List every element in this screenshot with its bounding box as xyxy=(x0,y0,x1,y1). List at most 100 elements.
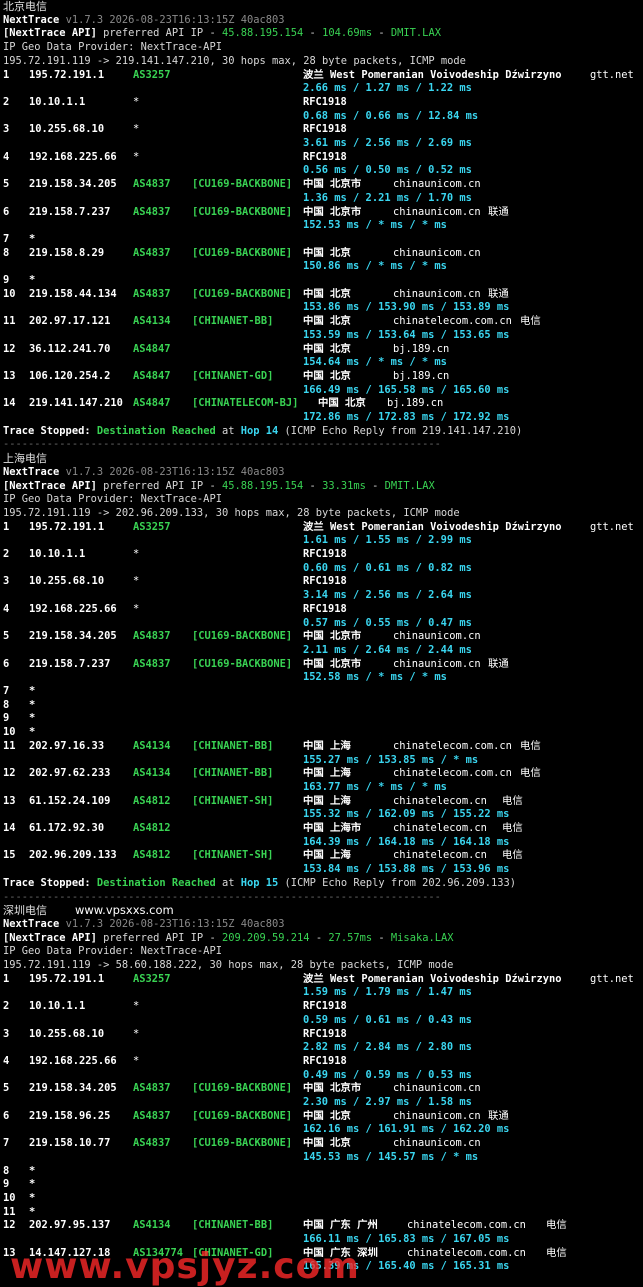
api-latency: 27.57ms xyxy=(328,931,373,944)
api-ip: 45.88.195.154 xyxy=(221,27,304,40)
api-mid: preferred API IP - xyxy=(96,479,222,492)
hop-row: 8 * xyxy=(0,699,643,713)
hop-as: * xyxy=(133,548,140,560)
hop-ip: 195.72.191.1 xyxy=(29,520,105,533)
hop-ip: 202.96.209.133 xyxy=(29,849,117,862)
hop-row: 2 10.10.1.1 * RFC1918 xyxy=(0,548,643,562)
hop-domain: gtt.net xyxy=(590,972,634,985)
hop-ip: 202.97.17.121 xyxy=(29,315,111,328)
stop-reached: Destination Reached xyxy=(96,424,216,437)
hop-number: 4 xyxy=(3,602,10,615)
hop-isp: 联通 xyxy=(488,205,509,218)
hop-row: 11 * xyxy=(0,1206,643,1220)
api-prefix: [NextTrace API] xyxy=(3,479,97,492)
hop-ip: 202.97.16.33 xyxy=(29,739,105,752)
geo-provider-line: IP Geo Data Provider: NextTrace-API xyxy=(0,945,643,959)
hop-rtt-row: 150.86 ms / * ms / * ms xyxy=(0,260,643,274)
hop-geo: 中国 北京市 xyxy=(303,630,362,643)
hop-tag: [CU169-BACKBONE] xyxy=(192,287,293,300)
hop-geo: 中国 北京 xyxy=(303,287,351,300)
hop-row: 11 202.97.17.121 AS4134 [CHINANET-BB] 中国 北京 c… xyxy=(0,315,643,329)
stop-hop: Hop 15 xyxy=(240,876,279,889)
hop-tag: [CHINANET-SH] xyxy=(192,849,274,862)
stop-tail: (ICMP Echo Reply from 202.96.209.133) xyxy=(278,876,517,889)
hop-rtt-row: 164.39 ms / 164.18 ms / 164.18 ms xyxy=(0,836,643,850)
hop-geo: RFC1918 xyxy=(303,123,347,136)
hop-domain: chinatelecom.com.cn xyxy=(393,767,512,780)
hop-rtt-row: 0.56 ms / 0.50 ms / 0.52 ms xyxy=(0,164,643,178)
hop-geo: RFC1918 xyxy=(303,575,347,588)
version-info: v1.7.3 2026-08-23T16:13:15Z 40ac803 xyxy=(65,13,285,26)
route-info: 195.72.191.119 -> 202.96.209.133, 30 hop… xyxy=(3,506,460,519)
hop-rtt: 166.49 ms / 165.58 ms / 165.60 ms xyxy=(303,383,510,396)
route-info: 195.72.191.119 -> 219.141.147.210, 30 ho… xyxy=(3,54,466,67)
hop-rtt: 0.59 ms / 0.61 ms / 0.43 ms xyxy=(303,1013,472,1026)
hop-number: 9 xyxy=(3,1178,10,1191)
hop-domain: chinaunicom.cn xyxy=(393,1082,481,1095)
hop-tag: [CU169-BACKBONE] xyxy=(192,1082,293,1095)
hop-tag: [CHINANET-GD] xyxy=(192,369,274,382)
hop-isp: 电信 xyxy=(546,1246,567,1259)
hop-row: 15 202.96.209.133 AS4812 [CHINANET-SH] 中国 上海… xyxy=(0,849,643,863)
api-latency: 33.31ms xyxy=(322,479,366,492)
hop-rtt-row: 1.59 ms / 1.79 ms / 1.47 ms xyxy=(0,986,643,1000)
hop-isp: 电信 xyxy=(520,315,541,328)
geo-provider: IP Geo Data Provider: NextTrace-API xyxy=(3,945,222,958)
hop-geo: 中国 北京 xyxy=(303,246,351,259)
hop-ip: 10.10.1.1 xyxy=(29,548,86,560)
hop-ip: 10.255.68.10 xyxy=(29,123,105,136)
hop-number: 7 xyxy=(3,685,10,697)
hop-row: 3 10.255.68.10 * RFC1918 xyxy=(0,123,643,137)
hop-tag: [CU169-BACKBONE] xyxy=(192,246,293,259)
stop-label: Trace Stopped: xyxy=(3,424,91,437)
api-node: DMIT.LAX xyxy=(384,479,435,492)
hop-ip: 219.158.44.134 xyxy=(29,287,117,300)
hop-ip: 10.10.1.1 xyxy=(29,1000,86,1013)
hop-number: 11 xyxy=(3,315,16,328)
hop-as: AS4837 xyxy=(133,205,171,218)
hop-geo: 中国 上海 xyxy=(303,739,351,752)
app-name: NextTrace xyxy=(3,13,60,26)
geo-provider: IP Geo Data Provider: NextTrace-API xyxy=(3,493,222,506)
hop-domain: gtt.net xyxy=(590,68,634,81)
hop-number: 7 xyxy=(3,1137,10,1150)
hop-rtt: 2.11 ms / 2.64 ms / 2.44 ms xyxy=(303,643,472,656)
hop-ip: 192.168.225.66 xyxy=(29,602,117,615)
hop-row: 1 195.72.191.1 AS3257 波兰 West Pomeranian Vo… xyxy=(0,521,643,535)
hop-rtt-row: 162.16 ms / 161.91 ms / 162.20 ms xyxy=(0,1123,643,1137)
hop-rtt-row: 166.49 ms / 165.58 ms / 165.60 ms xyxy=(0,384,643,398)
hop-ip: 61.172.92.30 xyxy=(29,822,105,834)
section-title-text: 上海电信 xyxy=(3,452,47,466)
hop-row: 2 10.10.1.1 * RFC1918 xyxy=(0,1000,643,1014)
api-mid: preferred API IP - xyxy=(96,27,222,40)
hop-ip: 195.72.191.1 xyxy=(29,972,105,985)
hop-rtt-row: 2.66 ms / 1.27 ms / 1.22 ms xyxy=(0,82,643,96)
hop-number: 5 xyxy=(3,1082,10,1095)
site-url: www.vpsxxs.com xyxy=(75,903,174,918)
hop-timeout: * xyxy=(29,698,36,711)
hop-ip: 219.158.7.237 xyxy=(29,657,111,670)
section-title-text: 北京电信 xyxy=(3,0,47,13)
hop-timeout: * xyxy=(29,685,36,697)
hop-row: 11 202.97.16.33 AS4134 [CHINANET-BB] 中国 上海 ch… xyxy=(0,740,643,754)
hop-row: 5 219.158.34.205 AS4837 [CU169-BACKBONE] 中国 … xyxy=(0,1082,643,1096)
hop-rtt: 3.61 ms / 2.56 ms / 2.69 ms xyxy=(303,137,472,149)
hop-number: 3 xyxy=(3,1027,10,1040)
hop-domain: bj.189.cn xyxy=(393,369,450,382)
hop-as: AS4134 xyxy=(133,1219,171,1232)
stop-label: Trace Stopped: xyxy=(3,876,91,889)
api-mid: preferred API IP - xyxy=(96,931,222,944)
hop-rtt-row: 2.82 ms / 2.84 ms / 2.80 ms xyxy=(0,1041,643,1055)
app-name: NextTrace xyxy=(3,465,60,478)
hop-geo: RFC1918 xyxy=(303,150,347,163)
api-latency: 104.69ms xyxy=(322,27,373,40)
hop-rtt-row: 152.53 ms / * ms / * ms xyxy=(0,219,643,233)
section-title: 深圳电信 www.vpsxxs.com xyxy=(0,903,643,918)
api-dash: - xyxy=(303,27,323,40)
hop-rtt: 153.59 ms / 153.64 ms / 153.65 ms xyxy=(303,328,510,341)
hop-number: 9 xyxy=(3,274,10,286)
hop-number: 6 xyxy=(3,1109,10,1122)
hop-domain: bj.189.cn xyxy=(393,342,450,355)
hop-rtt-row: 152.58 ms / * ms / * ms xyxy=(0,671,643,685)
stop-at: at xyxy=(215,424,241,437)
